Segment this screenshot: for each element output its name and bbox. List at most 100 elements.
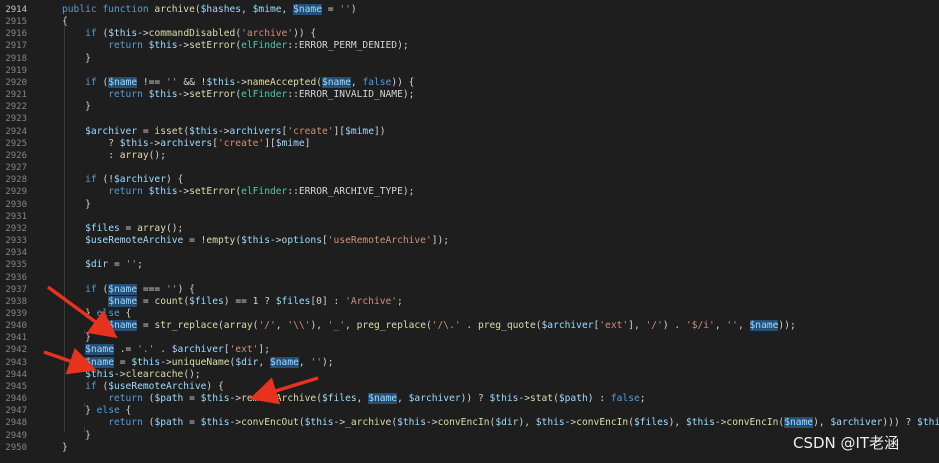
code-token: -> (518, 393, 530, 405)
code-token: === (137, 283, 166, 295)
line-number: 2916 (5, 29, 27, 40)
code-token: $dir (85, 259, 109, 271)
code-token: false (362, 76, 392, 88)
line-number: 2922 (5, 102, 27, 113)
code-token: -> (137, 28, 149, 40)
code-token: -> (229, 417, 242, 429)
code-token: $this (85, 368, 114, 380)
code-token: $this (397, 417, 426, 429)
line-number: 2940 (5, 321, 27, 332)
code-token: , (345, 320, 357, 332)
code-token: ); (322, 356, 334, 368)
line-number: 2934 (5, 248, 27, 259)
line-number: 2915 (5, 17, 27, 28)
code-token: ] (304, 137, 311, 149)
line-number: 2923 (5, 114, 27, 125)
code-token: convEncIn (726, 417, 779, 429)
code-line: $name .= '.' . $archiver['ext']; (62, 344, 270, 356)
code-token: = (137, 125, 155, 137)
code-token: (); (148, 149, 166, 161)
code-token: 'ext' (599, 320, 629, 332)
code-token: commandDisabled (148, 28, 236, 40)
code-token: archivers (229, 125, 282, 137)
code-token: ? (62, 137, 120, 149)
code-token: ) { (165, 174, 184, 186)
code-token: '\\' (287, 320, 311, 332)
code-token: ][ (333, 125, 346, 137)
code-token: : (62, 149, 120, 161)
code-token: $useRemoteArchive (108, 380, 207, 392)
code-token: $path (154, 393, 184, 405)
code-token: . (460, 320, 478, 332)
code-token: '' (125, 259, 138, 271)
code-token: preg_replace (356, 320, 426, 332)
code-token: )) { (293, 28, 317, 40)
line-number: 2936 (5, 272, 27, 283)
code-line: if ($this->commandDisabled('archive')) { (62, 28, 316, 40)
code-area[interactable]: public function archive($hashes, $mime, … (44, 0, 939, 463)
code-token: . (154, 344, 172, 356)
line-number: 2938 (5, 296, 27, 307)
code-token: options (281, 235, 322, 247)
code-token: ))) ? (882, 417, 918, 429)
code-line: return $this->setError(elFinder::ERROR_A… (62, 186, 414, 198)
line-number: 2939 (5, 309, 27, 319)
code-line: $this->clearcache(); (62, 369, 201, 381)
code-token: $files (633, 417, 669, 429)
code-token: } (62, 441, 68, 453)
code-token: , (258, 356, 270, 368)
code-token: -> (114, 368, 126, 380)
code-token: 'useRemoteArchive' (327, 235, 432, 247)
line-number: 2925 (5, 138, 27, 149)
code-token: ; (639, 393, 646, 405)
code-token: , (298, 356, 311, 368)
code-token: )); (778, 320, 796, 332)
code-token: $this (200, 393, 230, 405)
code-token: $name (108, 295, 138, 307)
code-token: '_' (327, 320, 346, 332)
code-token: , (281, 4, 294, 15)
code-token: public (62, 4, 103, 15)
line-number: 2933 (5, 236, 27, 247)
code-token: '/\.' (431, 320, 461, 332)
code-token: if (85, 174, 103, 186)
line-number: 2947 (5, 406, 27, 417)
code-token: } (62, 429, 91, 441)
code-token: if (85, 28, 103, 40)
code-token: $mime (345, 125, 374, 137)
code-token: return (108, 417, 149, 429)
code-token: = (137, 295, 155, 307)
code-line: $archiver = isset($this->archivers['crea… (62, 125, 385, 138)
code-line: if ($name !== '' && !$this->nameAccepted… (62, 76, 415, 89)
code-token: } (62, 101, 91, 113)
code-token: -> (229, 393, 242, 405)
code-token: $name (108, 76, 138, 88)
code-token: ), (668, 417, 686, 429)
code-token: $archiver (114, 174, 166, 186)
code-token: !== (137, 76, 166, 88)
code-token: array (223, 320, 253, 332)
code-token: archive (154, 4, 195, 15)
line-number: 2941 (5, 333, 27, 344)
code-token: array (137, 222, 166, 234)
code-line: } (62, 430, 91, 442)
code-token: nameAccepted (246, 76, 317, 88)
code-line: } else { (62, 405, 131, 417)
code-token: ), (813, 417, 831, 429)
code-line: $useRemoteArchive = !empty($this->option… (62, 235, 449, 247)
code-editor[interactable]: 2914 2915 2916 2917 2918 2919 2920 2921 2922 2923… (0, 0, 939, 463)
code-line: : array(); (62, 150, 166, 162)
code-token: $mime (275, 137, 305, 149)
code-token: , (714, 320, 727, 332)
code-token: convEncIn (576, 417, 629, 429)
code-token: $name (749, 320, 779, 332)
code-token: -> (177, 186, 190, 198)
code-token: )) { (391, 76, 415, 88)
code-token: ::ERROR_ARCHIVE_TYPE); (287, 186, 415, 198)
